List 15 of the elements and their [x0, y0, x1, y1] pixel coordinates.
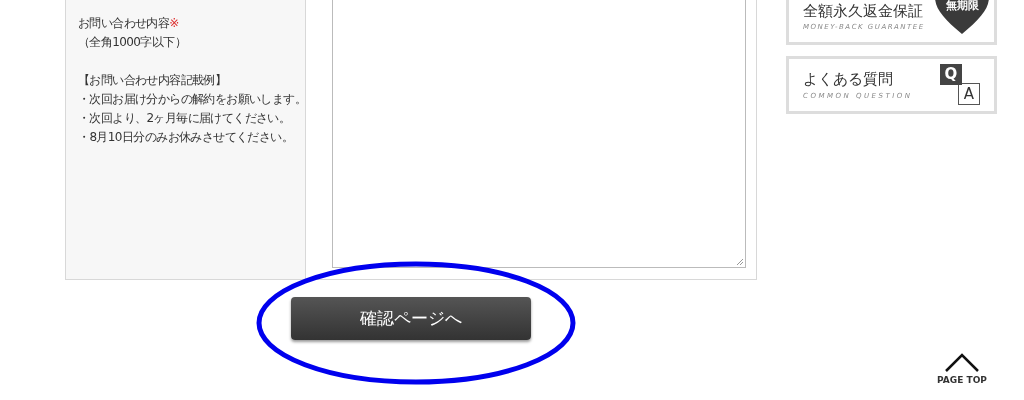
example-line: ・次回より、2ヶ月毎に届けてください。 [78, 110, 291, 127]
chevron-up-icon [944, 352, 980, 372]
resize-grip-icon[interactable] [736, 258, 744, 266]
example-title: 【お問い合わせ内容記載例】 [78, 72, 227, 89]
confirm-button[interactable]: 確認ページへ [291, 297, 531, 340]
field-label: お問い合わせ内容 [78, 16, 170, 30]
length-note: （全角1000字以下） [78, 34, 186, 51]
page-top-label: PAGE TOP [937, 374, 987, 387]
page-top-link[interactable]: PAGE TOP [934, 352, 990, 388]
example-line: ・次回お届け分からの解約をお願いします。 [78, 91, 306, 108]
banner-title: よくある質問 [803, 69, 893, 89]
heart-badge: 無期限 [934, 0, 990, 35]
banner-title: 全額永久返金保証 [803, 1, 923, 21]
example-line: ・8月10日分のみお休みさせてください。 [78, 129, 293, 146]
required-mark: ※ [169, 16, 179, 30]
